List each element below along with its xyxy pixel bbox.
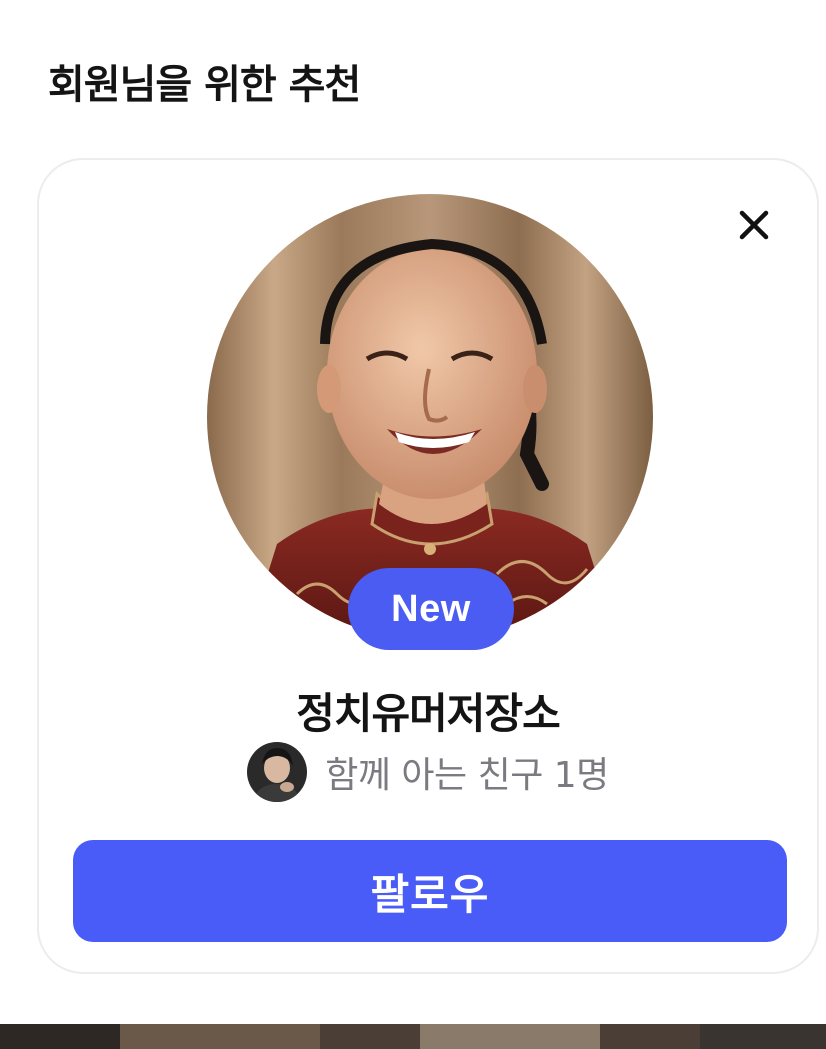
follow-button[interactable]: 팔로우 [73,840,787,942]
new-badge: New [348,568,514,650]
mutual-friends-text: 함께 아는 친구 1명 [325,755,609,796]
profile-name[interactable]: 정치유머저장소 [39,680,817,741]
recommendation-card[interactable]: New 정치유머저장소 함께 아는 친구 1명 팔로우 [37,158,819,974]
mutual-friend-avatar [247,742,308,802]
mutual-friends-row[interactable]: 함께 아는 친구 1명 [39,740,817,804]
page: 회원님을 위한 추천 New 정치유머저장소 함께 아는 친구 1명 팔로우 [0,0,826,1049]
next-post-image-preview [0,1024,826,1049]
close-icon[interactable] [735,206,773,244]
section-title: 회원님을 위한 추천 [48,62,361,108]
